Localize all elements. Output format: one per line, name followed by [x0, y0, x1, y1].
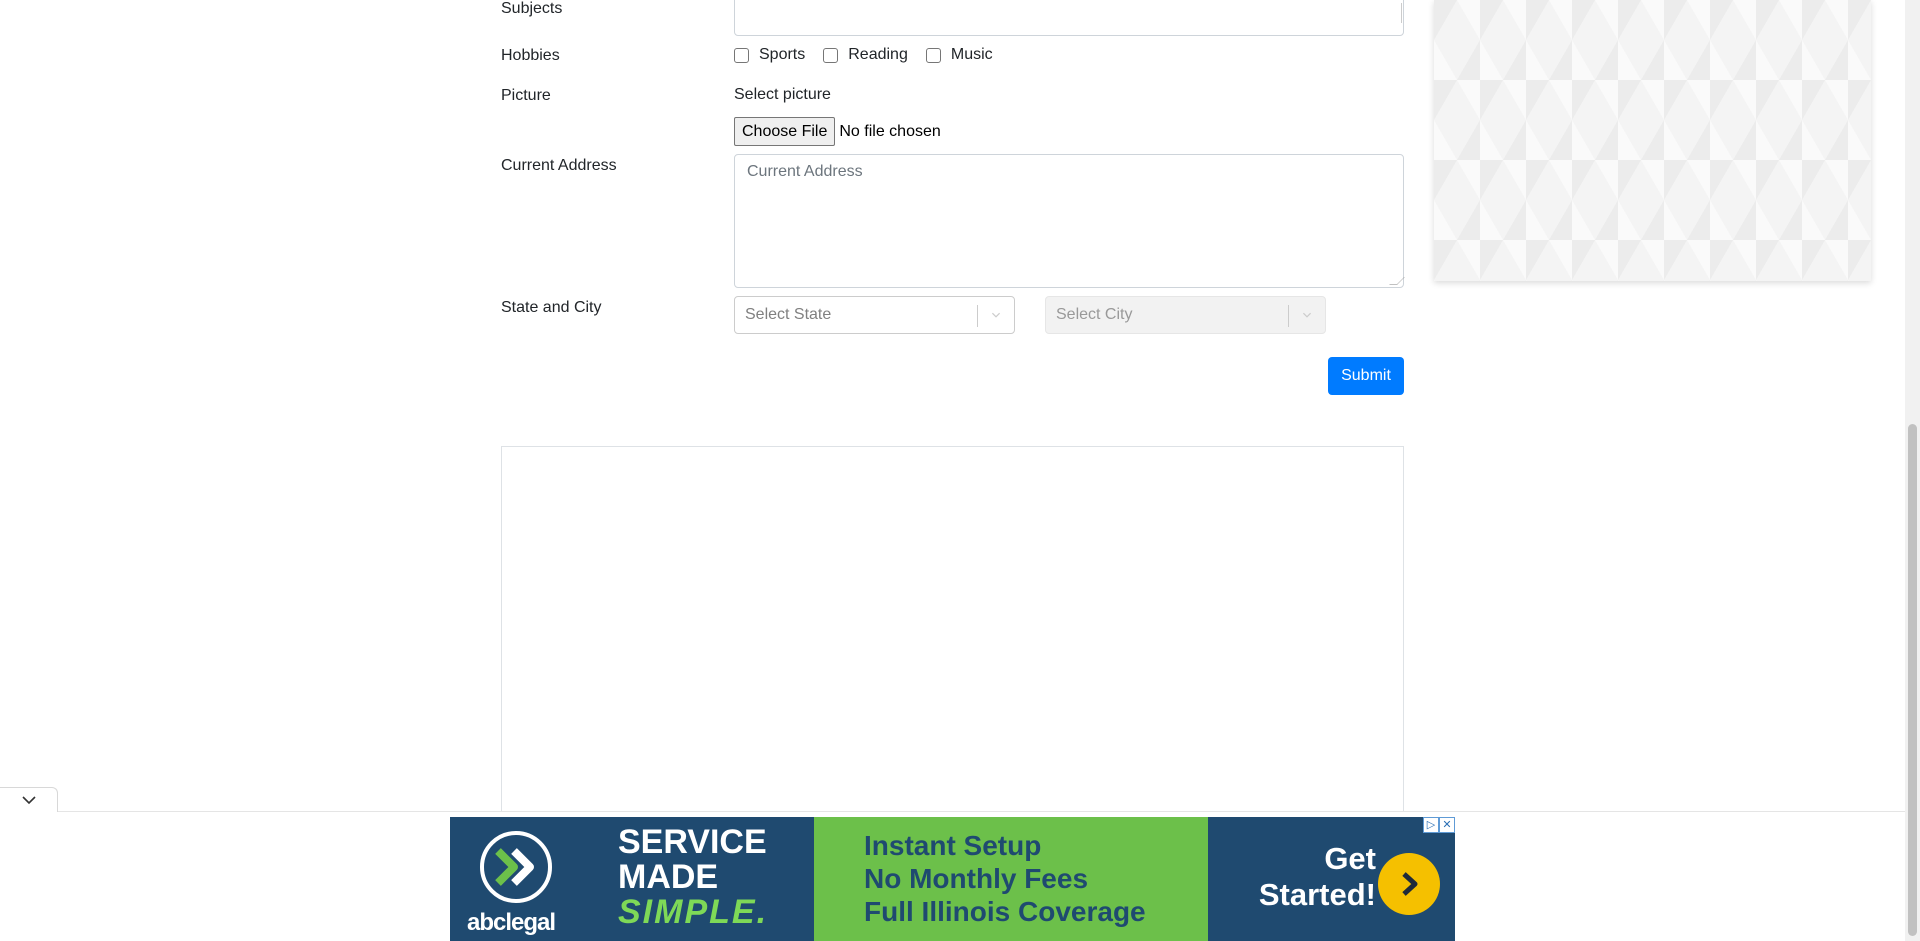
- bottom-banner-ad[interactable]: abclegal SERVICE MADE SIMPLE. Instant Se…: [450, 817, 1455, 941]
- cta-line2: Started!: [1258, 877, 1376, 912]
- brand-name: abclegal: [467, 909, 556, 936]
- city-select-placeholder: Select City: [1056, 306, 1133, 323]
- current-address-placeholder: Current Address: [747, 163, 863, 180]
- ad-feature: No Monthly Fees: [864, 863, 1089, 894]
- ad-cta-text: Get Started!: [1232, 841, 1376, 913]
- side-ad-panel: [1434, 0, 1871, 281]
- current-address-textarea[interactable]: Current Address: [734, 154, 1405, 288]
- subjects-input-divider: [1401, 3, 1402, 23]
- ad-headline: SERVICE MADE SIMPLE.: [618, 825, 768, 930]
- picture-label: Picture: [501, 87, 551, 104]
- hobbies-group: Sports Reading Music: [734, 46, 1011, 64]
- chevron-down-icon[interactable]: [990, 309, 1002, 321]
- headline-line3: SIMPLE.: [618, 893, 769, 931]
- state-select-divider: [977, 305, 978, 327]
- arrow-right-icon[interactable]: [1378, 853, 1440, 915]
- ad-feature: Full Illinois Coverage: [864, 896, 1146, 927]
- checkbox-box[interactable]: [925, 47, 941, 63]
- state-select-placeholder: Select State: [745, 306, 832, 323]
- hobby-sports-checkbox[interactable]: Sports: [734, 46, 805, 64]
- ad-frame-placeholder: [501, 446, 1404, 846]
- file-status-text: No file chosen: [839, 122, 941, 140]
- ad-brand-section[interactable]: abclegal SERVICE MADE SIMPLE.: [450, 817, 814, 941]
- select-picture-label: Select picture: [734, 86, 831, 103]
- brand-logo-icon: [480, 831, 552, 903]
- hobbies-label: Hobbies: [501, 47, 560, 64]
- cta-line1: Get: [1324, 841, 1376, 876]
- scrollbar-thumb[interactable]: [1908, 424, 1917, 936]
- page: Subjects Hobbies Sports Reading Music Pi…: [0, 0, 1920, 941]
- state-select[interactable]: Select State: [734, 296, 1015, 334]
- ad-feature: Instant Setup: [864, 830, 1042, 861]
- hobby-music-checkbox[interactable]: Music: [925, 46, 993, 64]
- current-address-label: Current Address: [501, 157, 617, 174]
- chevron-down-icon[interactable]: [21, 795, 37, 805]
- choose-file-button[interactable]: Choose File: [734, 117, 836, 146]
- headline-line1: SERVICE: [618, 823, 767, 861]
- city-select-divider: [1288, 305, 1289, 327]
- checkbox-box[interactable]: [734, 47, 749, 63]
- subjects-label: Subjects: [501, 0, 563, 17]
- city-select: Select City: [1045, 296, 1326, 334]
- ad-controls: ▷ ✕: [1423, 817, 1455, 833]
- chevron-down-icon: [1302, 312, 1312, 318]
- state-city-label: State and City: [501, 299, 602, 316]
- headline-line2: MADE: [618, 858, 719, 896]
- page-scrollbar[interactable]: [1905, 0, 1920, 941]
- hobby-music-label[interactable]: Music: [951, 46, 993, 64]
- hobby-reading-checkbox[interactable]: Reading: [823, 46, 908, 64]
- ad-features[interactable]: Instant Setup No Monthly Fees Full Illin…: [814, 817, 1208, 941]
- file-upload: Choose File No file chosen: [734, 117, 941, 146]
- checkbox-box[interactable]: [823, 47, 839, 63]
- submit-button[interactable]: Submit: [1328, 357, 1404, 395]
- hobby-reading-label[interactable]: Reading: [848, 46, 908, 64]
- close-icon[interactable]: ✕: [1439, 817, 1455, 833]
- subjects-input[interactable]: [734, 0, 1404, 36]
- ad-cta-section[interactable]: Get Started! ▷ ✕: [1208, 817, 1455, 941]
- resize-handle[interactable]: [1389, 277, 1405, 285]
- ad-choices-icon[interactable]: ▷: [1423, 817, 1439, 833]
- hobby-sports-label[interactable]: Sports: [759, 46, 805, 64]
- collapse-ad-button[interactable]: [0, 787, 58, 812]
